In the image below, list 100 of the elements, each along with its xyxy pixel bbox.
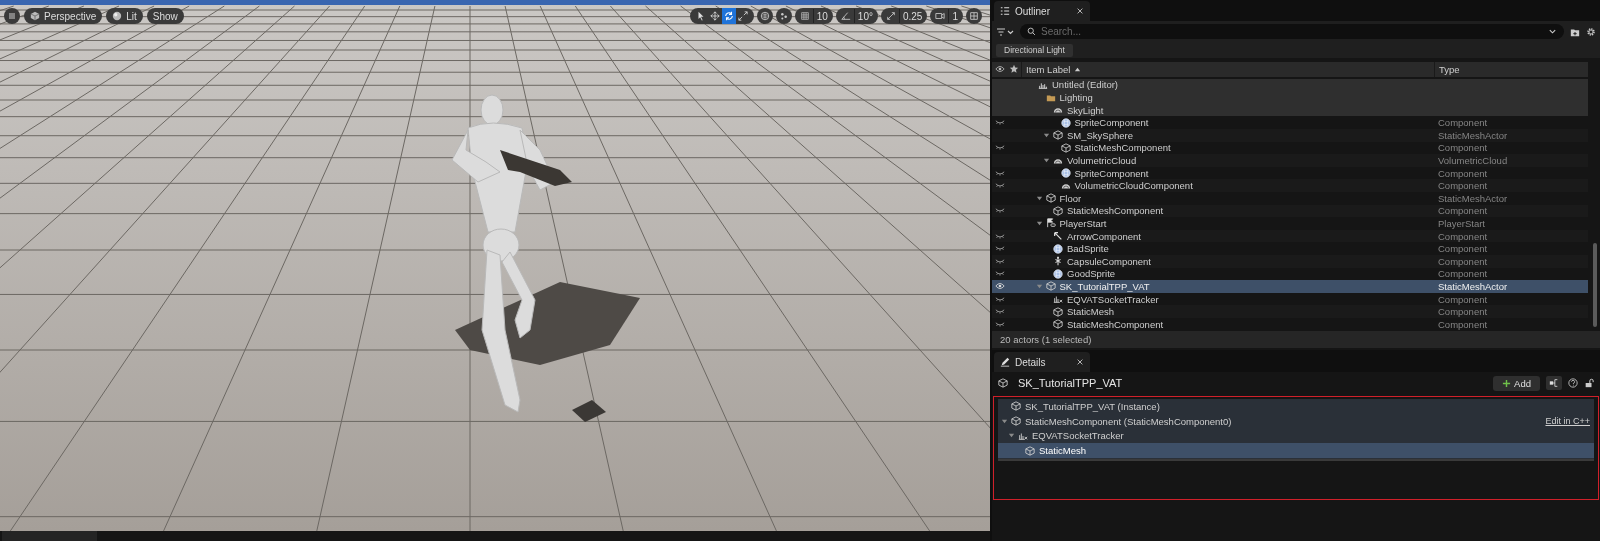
show-button[interactable]: Show xyxy=(146,8,184,24)
expand-arrow-icon[interactable] xyxy=(1001,417,1008,425)
item-label: SkyLight xyxy=(1067,104,1104,116)
outliner-row[interactable]: VolumetricCloud VolumetricCloud xyxy=(992,154,1588,167)
item-label: SK_TutorialTPP_VAT xyxy=(1059,280,1150,292)
cube-icon xyxy=(1053,130,1063,141)
view-mode-button[interactable]: Lit xyxy=(106,8,143,24)
closed-eye-icon[interactable] xyxy=(994,309,1005,315)
column-header[interactable]: Item Label xyxy=(1021,62,1434,77)
edit-in-cpp-link[interactable]: Edit in C++ xyxy=(1545,416,1590,427)
closed-eye-icon[interactable] xyxy=(994,296,1005,302)
expand-arrow-icon[interactable] xyxy=(1035,220,1043,227)
outliner-row[interactable]: SM_SkySphere StaticMeshActor xyxy=(992,129,1588,142)
closed-eye-icon[interactable] xyxy=(994,258,1005,264)
closed-eye-icon[interactable] xyxy=(994,120,1005,126)
item-label: VolumetricCloudComponent xyxy=(1074,180,1193,192)
expand-arrow-icon[interactable] xyxy=(1043,157,1050,164)
close-icon[interactable] xyxy=(1076,7,1084,16)
star-icon[interactable] xyxy=(1009,64,1019,75)
sphere-icon[interactable] xyxy=(112,11,123,21)
item-label: GoodSprite xyxy=(1067,268,1116,280)
dropdown-icon[interactable] xyxy=(1548,27,1557,37)
closed-eye-icon[interactable] xyxy=(994,321,1005,327)
list-icon xyxy=(1000,6,1010,17)
component-label: StaticMeshComponent (StaticMeshComponent0) xyxy=(1025,415,1232,427)
item-label: EQVATSocketTracker xyxy=(1067,293,1159,305)
actor-name: SK_TutorialTPP_VAT xyxy=(1018,377,1123,389)
outliner-row[interactable]: Lighting xyxy=(992,91,1588,104)
item-label: Untitled (Editor) xyxy=(1052,79,1118,91)
column-header[interactable]: Type xyxy=(1439,63,1460,75)
component-row[interactable]: EQVATSocketTracker xyxy=(998,428,1594,444)
item-label: CapsuleComponent xyxy=(1067,255,1151,267)
angle-snap-button[interactable]: 10° xyxy=(835,8,878,24)
component-row[interactable]: StaticMesh xyxy=(998,443,1594,459)
cube-icon xyxy=(1053,306,1063,317)
plus-icon[interactable] xyxy=(1502,378,1512,388)
tracker-icon xyxy=(1018,431,1028,441)
expand-arrow-icon[interactable] xyxy=(1035,194,1043,202)
item-label: PlayerStart xyxy=(1059,218,1107,229)
close-icon[interactable] xyxy=(1076,358,1084,366)
closed-eye-icon[interactable] xyxy=(994,233,1005,239)
lock-icon[interactable] xyxy=(1584,378,1594,388)
item-label: StaticMesh xyxy=(1067,306,1114,318)
item-label: VolumetricCloud xyxy=(1067,155,1137,166)
component-row[interactable]: SK_TutorialTPP_VAT (Instance) xyxy=(998,399,1594,414)
sort-ascending-icon xyxy=(1074,65,1082,73)
closed-eye-icon[interactable] xyxy=(994,145,1005,151)
closed-eye-icon[interactable] xyxy=(994,208,1005,214)
closed-eye-icon[interactable] xyxy=(994,246,1005,252)
perspective-button[interactable]: Perspective xyxy=(24,8,103,24)
search-bar[interactable]: Search... xyxy=(1020,24,1564,40)
scrollbar-thumb[interactable] xyxy=(1593,242,1597,327)
camera-speed-button[interactable]: 1 xyxy=(930,8,963,24)
add-button[interactable]: Add xyxy=(1493,375,1540,391)
dome-icon xyxy=(1053,105,1063,116)
cube-icon[interactable] xyxy=(30,11,40,21)
eye-icon[interactable] xyxy=(994,281,1005,292)
outliner-row[interactable]: Untitled (Editor) xyxy=(992,78,1588,92)
component-row[interactable]: StaticMeshComponent (StaticMeshComponent0) Edit in C++ xyxy=(998,413,1594,429)
closed-eye-icon[interactable] xyxy=(994,170,1005,176)
grid-snap-button[interactable]: 10 xyxy=(794,8,833,24)
outliner-tab[interactable]: Outliner xyxy=(994,1,1090,22)
item-type: Component xyxy=(1438,205,1488,217)
settings-icon[interactable] xyxy=(1586,26,1596,37)
item-type: Component xyxy=(1438,180,1488,192)
outliner-row[interactable]: StaticMesh Component xyxy=(992,305,1588,318)
item-type: VolumetricCloud xyxy=(1438,155,1508,166)
angle-icon[interactable] xyxy=(840,11,851,21)
outliner-row[interactable]: VolumetricCloudComponent Component xyxy=(992,179,1588,192)
component-label: SK_TutorialTPP_VAT (Instance) xyxy=(1025,400,1160,412)
outliner-row[interactable]: SK_TutorialTPP_VAT StaticMeshActor xyxy=(992,280,1588,293)
item-type: Component xyxy=(1438,117,1488,129)
sprite-icon xyxy=(1053,243,1063,254)
item-type: Component xyxy=(1438,142,1488,154)
filter-chip[interactable]: Directional Light xyxy=(996,43,1073,57)
item-type: Component xyxy=(1438,318,1488,330)
camera-icon[interactable] xyxy=(935,11,946,21)
item-label: BadSprite xyxy=(1067,243,1109,255)
scale-icon[interactable] xyxy=(885,11,896,21)
cube-icon xyxy=(1060,142,1071,153)
cube-icon xyxy=(1053,205,1063,216)
tab-title: Details xyxy=(1015,356,1047,368)
item-label: SpriteComponent xyxy=(1074,167,1149,179)
component-label: EQVATSocketTracker xyxy=(1032,430,1124,442)
item-label: SM_SkySphere xyxy=(1067,129,1133,141)
grid-icon[interactable] xyxy=(799,11,810,21)
expand-arrow-icon[interactable] xyxy=(1008,432,1015,440)
sprite-icon xyxy=(1060,117,1071,128)
item-type: StaticMeshActor xyxy=(1438,129,1508,141)
filter-button[interactable] xyxy=(996,26,1014,37)
details-tab[interactable]: Details xyxy=(994,352,1090,372)
closed-eye-icon[interactable] xyxy=(994,271,1005,277)
closed-eye-icon[interactable] xyxy=(994,183,1005,189)
expand-arrow-icon[interactable] xyxy=(1043,131,1050,139)
flag-icon xyxy=(1045,218,1056,229)
item-label: SpriteComponent xyxy=(1074,117,1149,129)
help-icon[interactable] xyxy=(1568,378,1578,388)
scale-snap-button[interactable]: 0.25 xyxy=(880,8,928,24)
item-type: Component xyxy=(1438,230,1488,242)
eye-icon[interactable] xyxy=(994,64,1005,75)
